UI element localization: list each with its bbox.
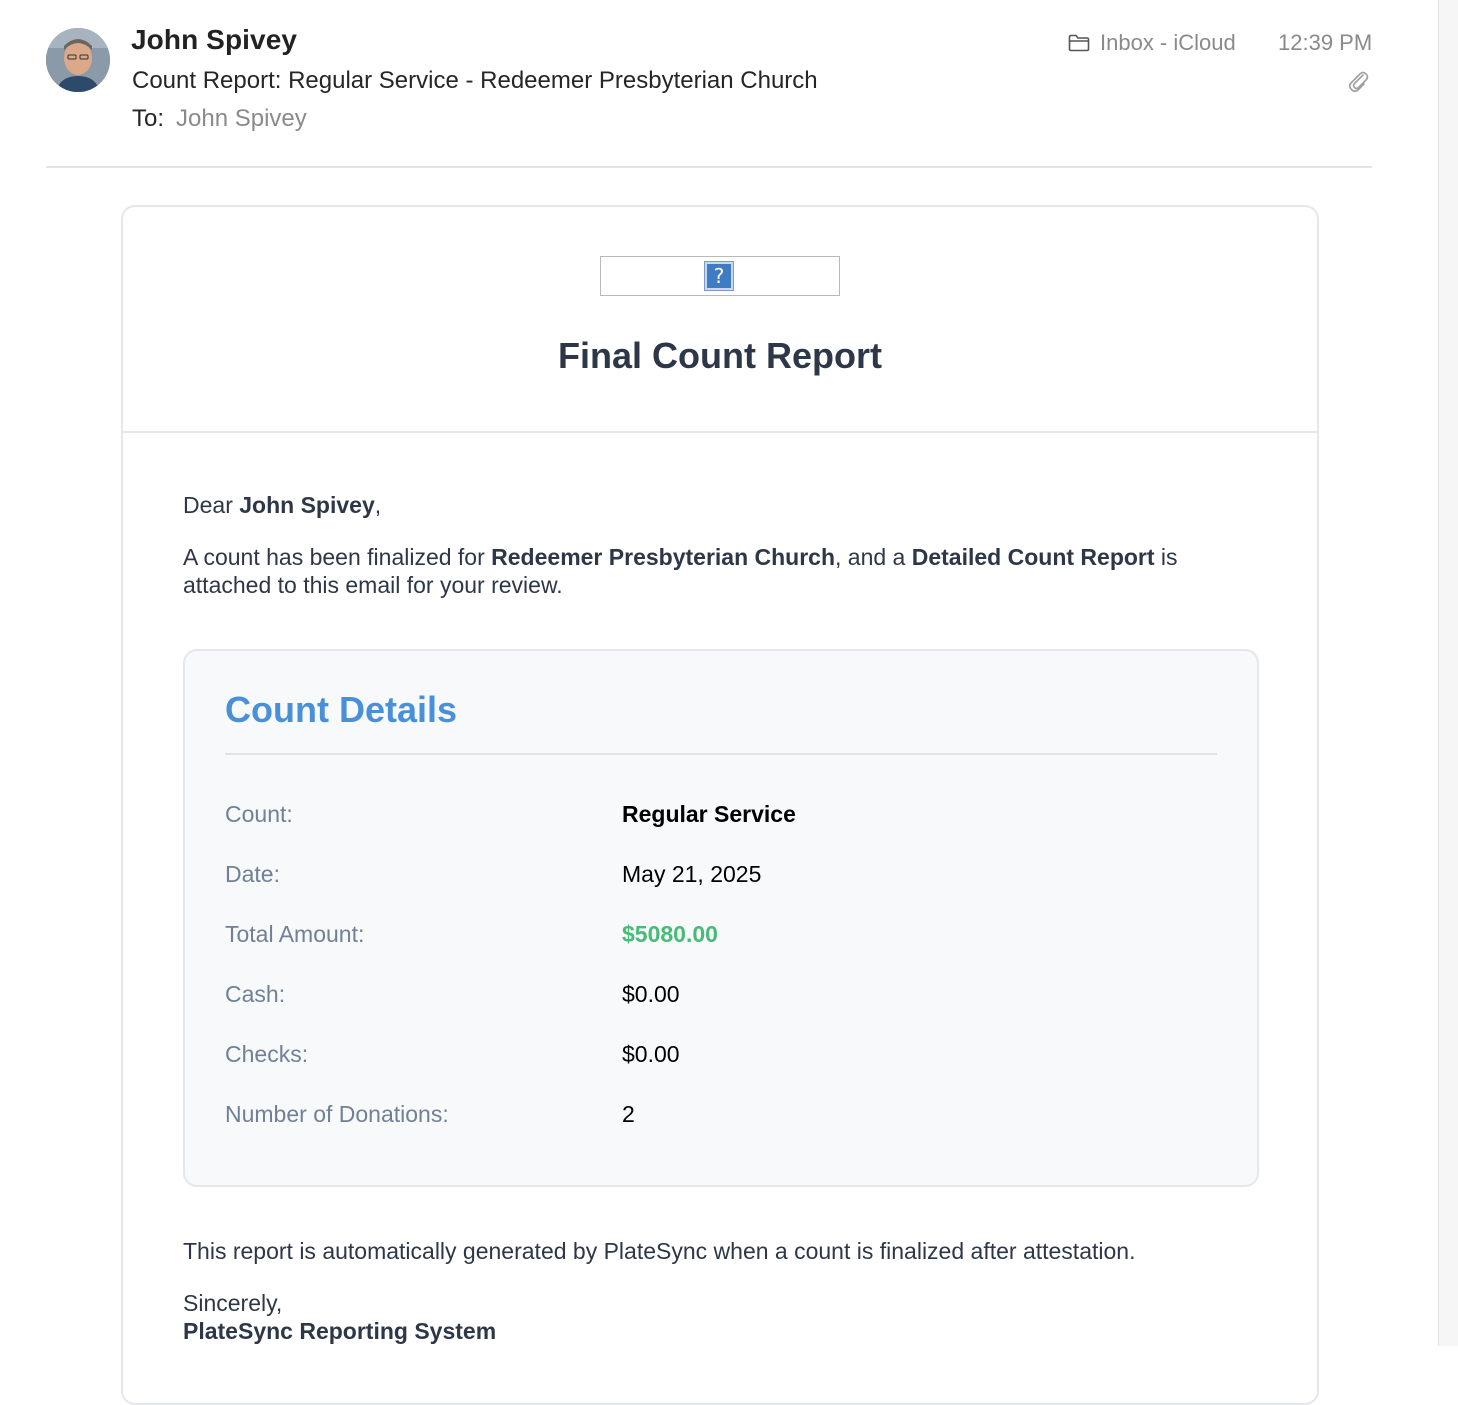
window-edge	[1438, 0, 1458, 1346]
detail-label: Count:	[225, 801, 293, 827]
paperclip-icon[interactable]	[1346, 68, 1370, 99]
report-title: Final Count Report	[558, 335, 882, 376]
detail-row-cash: Cash: $0.00	[225, 981, 1217, 1011]
email-card-header: ? Final Count Report	[123, 207, 1317, 433]
sender-name[interactable]: John Spivey	[131, 24, 297, 56]
greeting-suffix: ,	[374, 492, 382, 518]
intro-paragraph: A count has been finalized for Redeemer …	[183, 543, 1243, 599]
recipient-name[interactable]: John Spivey	[176, 105, 307, 132]
folder-icon	[1068, 34, 1090, 52]
detail-label: Cash:	[225, 981, 286, 1007]
detail-label: Date:	[225, 861, 280, 887]
footer-note: This report is automatically generated b…	[183, 1238, 1136, 1264]
missing-image-icon: ?	[704, 261, 734, 291]
email-viewer: John Spivey Count Report: Regular Servic…	[0, 0, 1438, 1405]
signature: PlateSync Reporting System	[183, 1318, 497, 1344]
count-details-panel: Count Details Count: Regular Service Dat…	[183, 649, 1259, 1187]
detail-label: Checks:	[225, 1041, 309, 1067]
total-amount-value: $5080.00	[622, 921, 718, 947]
detail-row-date: Date: May 21, 2025	[225, 861, 1217, 891]
intro-text-1: A count has been finalized for	[183, 544, 492, 570]
intro-report-name: Detailed Count Report	[911, 544, 1155, 570]
detail-value: $0.00	[622, 981, 680, 1007]
email-card: ? Final Count Report Dear John Spivey, A…	[121, 205, 1319, 1405]
detail-value: Regular Service	[622, 801, 796, 827]
detail-value: 2	[622, 1101, 635, 1127]
intro-church: Redeemer Presbyterian Church	[491, 544, 836, 570]
count-details-title: Count Details	[225, 689, 458, 730]
detail-row-count: Count: Regular Service	[225, 801, 1217, 831]
avatar-icon	[46, 28, 110, 92]
detail-row-checks: Checks: $0.00	[225, 1041, 1217, 1071]
detail-value: May 21, 2025	[622, 861, 762, 887]
detail-row-total-amount: Total Amount: $5080.00	[225, 921, 1217, 951]
sender-avatar[interactable]	[46, 28, 110, 92]
mailbox-name: Inbox - iCloud	[1100, 30, 1236, 55]
recipient-row: To: John Spivey	[132, 105, 307, 133]
email-time: 12:39 PM	[1278, 30, 1373, 55]
to-label: To:	[132, 105, 165, 132]
header-divider	[46, 166, 1372, 168]
greeting-name: John Spivey	[239, 492, 375, 518]
broken-logo-image: ?	[600, 256, 840, 296]
detail-row-donations: Number of Donations: 2	[225, 1101, 1217, 1131]
intro-text-2: , and a	[835, 544, 912, 570]
greeting-prefix: Dear	[183, 492, 240, 518]
detail-value: $0.00	[622, 1041, 680, 1067]
detail-label: Number of Donations:	[225, 1101, 449, 1127]
mailbox-indicator[interactable]: Inbox - iCloud	[1068, 30, 1236, 56]
detail-label: Total Amount:	[225, 921, 365, 947]
signoff: Sincerely,	[183, 1290, 283, 1316]
email-subject: Count Report: Regular Service - Redeemer…	[132, 67, 818, 94]
details-divider	[225, 753, 1217, 755]
greeting: Dear John Spivey,	[183, 491, 1243, 519]
